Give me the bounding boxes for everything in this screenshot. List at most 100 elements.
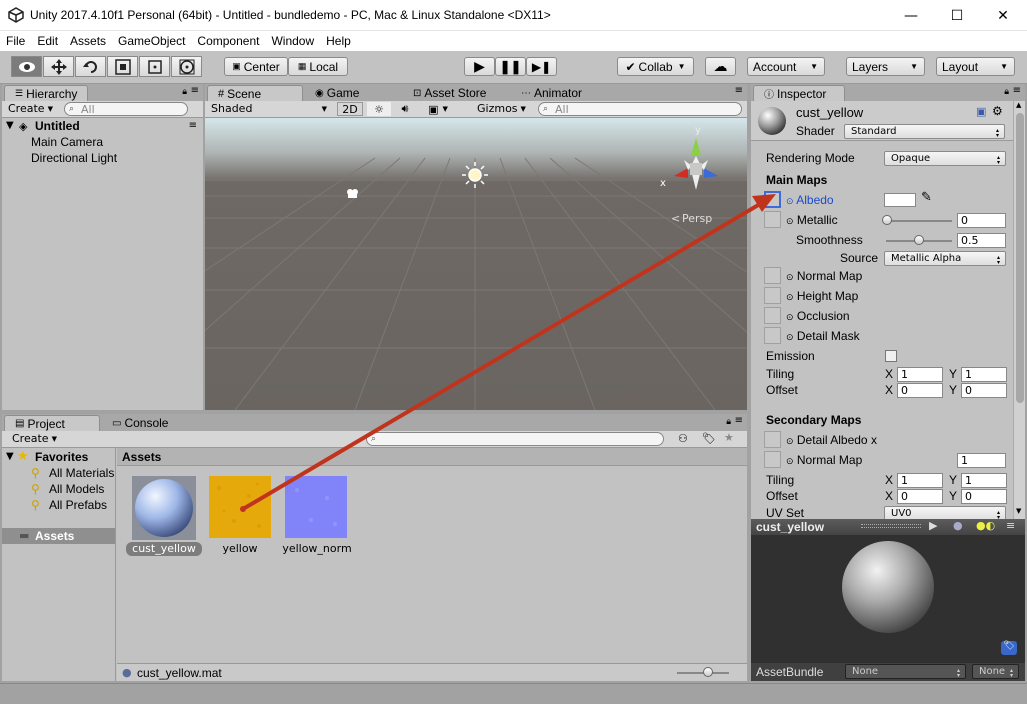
tiling2-y-field[interactable]: 1: [961, 473, 1007, 488]
sphere-icon[interactable]: ●: [953, 519, 963, 532]
scene-menu-icon[interactable]: ≡: [189, 120, 197, 131]
assetbundle-dropdown[interactable]: None: [845, 664, 966, 679]
tab-hierarchy[interactable]: ☰ Hierarchy: [4, 85, 89, 101]
favorite-all-models[interactable]: All Models: [49, 482, 104, 496]
normal-map-slot[interactable]: [764, 267, 781, 284]
panel-menu-icon[interactable]: ≡: [1013, 85, 1021, 96]
tag-icon[interactable]: 🏷︎: [1001, 641, 1017, 655]
account-dropdown[interactable]: Account ▼: [747, 57, 825, 76]
cloud-button[interactable]: ☁: [705, 57, 736, 76]
scene-search-input[interactable]: ⌕ All: [538, 102, 742, 116]
lock-icon[interactable]: 🔒︎: [1004, 87, 1009, 97]
assetbundle-variant-dropdown[interactable]: None: [972, 664, 1019, 679]
tab-asset-store[interactable]: ⊡ Asset Store: [403, 85, 496, 101]
secondary-normal-scale-field[interactable]: 1: [957, 453, 1006, 468]
gizmos-dropdown[interactable]: Gizmos ▼: [477, 102, 526, 115]
panel-menu-icon[interactable]: ≡: [191, 85, 199, 96]
layers-dropdown[interactable]: Layers ▼: [846, 57, 925, 76]
pivot-local-button[interactable]: ▦ Local: [288, 57, 348, 76]
layout-dropdown[interactable]: Layout ▼: [936, 57, 1015, 76]
scroll-up-icon[interactable]: ▲: [1016, 101, 1021, 109]
tab-animator[interactable]: ⋯ Animator: [511, 85, 592, 101]
metallic-texture-slot[interactable]: [764, 211, 781, 228]
occlusion-slot[interactable]: [764, 307, 781, 324]
menu-gameobject[interactable]: GameObject: [112, 34, 191, 48]
favorite-all-prefabs[interactable]: All Prefabs: [49, 498, 107, 512]
offset2-x-field[interactable]: 0: [897, 489, 943, 504]
asset-yellow-thumb[interactable]: [209, 476, 271, 538]
preview-header[interactable]: cust_yellow ▶ ● ●◐ ≡: [751, 519, 1025, 535]
lighting-toggle[interactable]: ☼: [367, 102, 391, 116]
search-by-type-icon[interactable]: ⚇: [678, 432, 688, 445]
secondary-normal-map-slot[interactable]: [764, 451, 781, 468]
maximize-button[interactable]: ☐: [934, 0, 980, 31]
shading-mode-dropdown[interactable]: Shaded ▼: [211, 102, 329, 115]
pause-button[interactable]: ❚❚: [495, 57, 526, 76]
audio-toggle[interactable]: 🔊︎: [393, 102, 417, 116]
uv-set-dropdown[interactable]: UV0: [884, 506, 1006, 519]
tiling2-x-field[interactable]: 1: [897, 473, 943, 488]
2d-toggle[interactable]: 2D: [337, 102, 363, 116]
menu-assets[interactable]: Assets: [64, 34, 112, 48]
hierarchy-item-main-camera[interactable]: Main Camera: [31, 135, 103, 149]
preview-viewport[interactable]: 🏷︎: [751, 535, 1025, 663]
smoothness-value-field[interactable]: 0.5: [957, 233, 1006, 248]
project-search-input[interactable]: ⌕: [366, 432, 664, 446]
menu-help[interactable]: Help: [320, 34, 357, 48]
effects-dropdown[interactable]: ▣ ▼: [419, 102, 457, 116]
detail-albedo-slot[interactable]: [764, 431, 781, 448]
close-button[interactable]: ✕: [980, 0, 1026, 31]
asset-yellow-norm-thumb[interactable]: [285, 476, 347, 538]
assets-folder-row[interactable]: ▬ Assets: [2, 528, 115, 544]
step-button[interactable]: ▶❚: [526, 57, 557, 76]
menu-component[interactable]: Component: [191, 34, 265, 48]
icon-size-slider-knob[interactable]: [703, 667, 713, 677]
offset-y-field[interactable]: 0: [961, 383, 1007, 398]
play-button[interactable]: ▶: [464, 57, 495, 76]
view-tool-button[interactable]: [11, 56, 42, 77]
shader-dropdown[interactable]: Standard: [844, 124, 1005, 139]
offset2-y-field[interactable]: 0: [961, 489, 1007, 504]
asset-cust-yellow-thumb[interactable]: [132, 476, 196, 540]
metallic-slider-knob[interactable]: [882, 215, 892, 225]
detail-mask-slot[interactable]: [764, 327, 781, 344]
panel-menu-icon[interactable]: ≡: [735, 415, 743, 426]
minimize-button[interactable]: —: [888, 0, 934, 31]
scroll-down-icon[interactable]: ▼: [1016, 507, 1021, 515]
albedo-texture-slot[interactable]: [764, 191, 781, 208]
tiling-x-field[interactable]: 1: [897, 367, 943, 382]
rendering-mode-dropdown[interactable]: Opaque: [884, 151, 1006, 166]
menu-file[interactable]: File: [0, 34, 31, 48]
collab-dropdown[interactable]: ✔ Collab ▼: [617, 57, 694, 76]
panel-menu-icon[interactable]: ≡: [735, 85, 743, 96]
height-map-slot[interactable]: [764, 287, 781, 304]
asset-cust-yellow-label[interactable]: cust_yellow: [126, 542, 202, 556]
menu-edit[interactable]: Edit: [31, 34, 64, 48]
tab-console[interactable]: ▭ Console: [102, 415, 178, 431]
perspective-label[interactable]: Persp: [682, 212, 712, 225]
persp-label-icon[interactable]: <: [671, 212, 680, 225]
tab-project[interactable]: ▤ Project: [4, 415, 100, 431]
metallic-value-field[interactable]: 0: [957, 213, 1006, 228]
favorite-all-materials[interactable]: All Materials: [49, 466, 114, 480]
smoothness-slider-knob[interactable]: [914, 235, 924, 245]
favorite-star-icon[interactable]: ★: [724, 431, 734, 444]
tab-game[interactable]: ◉ Game: [305, 85, 369, 101]
drag-handle-icon[interactable]: [861, 524, 921, 528]
breadcrumb-assets[interactable]: Assets: [122, 450, 161, 464]
move-tool-button[interactable]: [43, 56, 74, 77]
lock-icon[interactable]: 🔒︎: [726, 417, 731, 427]
scene-viewport[interactable]: y x < Persp: [205, 118, 747, 410]
search-by-label-icon[interactable]: 🏷︎: [702, 432, 716, 445]
scene-name[interactable]: Untitled: [35, 119, 80, 133]
favorites-label[interactable]: Favorites: [35, 450, 88, 464]
source-dropdown[interactable]: Metallic Alpha: [884, 251, 1006, 266]
hierarchy-item-directional-light[interactable]: Directional Light: [31, 151, 117, 165]
expand-triangle-icon[interactable]: ▼: [6, 120, 14, 131]
lights-icon[interactable]: ●◐: [976, 519, 995, 532]
hierarchy-create-dropdown[interactable]: Create ▼: [8, 102, 53, 115]
transform-tool-button[interactable]: [171, 56, 202, 77]
inspector-scrollbar[interactable]: ▲ ▼: [1013, 101, 1025, 519]
menu-window[interactable]: Window: [265, 34, 320, 48]
hierarchy-search-input[interactable]: ⌕ All: [64, 102, 188, 116]
